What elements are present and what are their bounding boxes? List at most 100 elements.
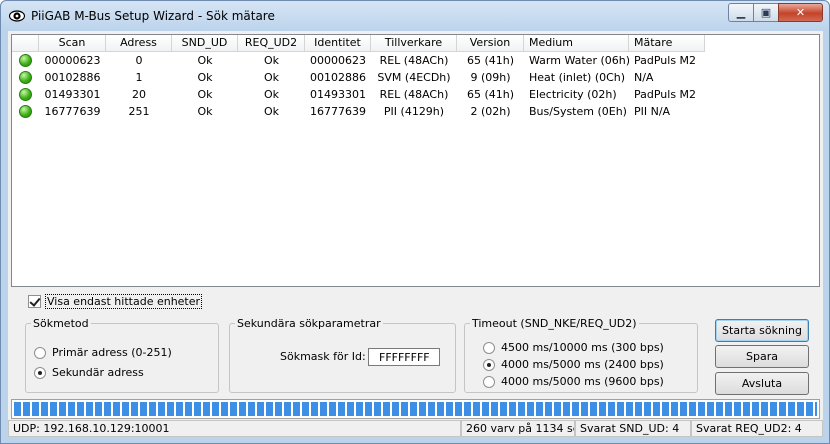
status-rounds: 260 varv på 1134 sek xyxy=(461,420,575,437)
column-header[interactable]: REQ_UD2 xyxy=(238,35,305,52)
radio-button[interactable] xyxy=(483,375,495,388)
table-cell: Ok xyxy=(197,71,213,84)
radio-label: Sekundär adress xyxy=(52,366,144,379)
timeout-legend: Timeout (SND_NKE/REQ_UD2) xyxy=(472,317,637,330)
radio-label: Primär adress (0-251) xyxy=(52,346,172,359)
maximize-button[interactable]: ▣ xyxy=(753,3,779,22)
save-button[interactable]: Spara xyxy=(715,345,809,368)
status-snd-ud: Svarat SND_UD: 4 xyxy=(575,420,691,437)
column-header[interactable]: Identitet xyxy=(305,35,371,52)
table-row[interactable]: 00102886 1 Ok Ok 00102886 SVM (4ECDh) 9 (09h) H… xyxy=(12,69,705,86)
radio-button[interactable] xyxy=(483,341,495,354)
radio-primary-address[interactable]: Primär adress (0-251) xyxy=(34,346,172,359)
progress-fill xyxy=(14,402,817,416)
column-header[interactable]: Medium xyxy=(524,35,629,52)
table-cell: Ok xyxy=(197,105,213,118)
minimize-button[interactable]: ▁ xyxy=(728,3,754,22)
table-cell: Bus/System (0Eh) xyxy=(529,105,627,118)
column-header[interactable]: Version xyxy=(457,35,524,52)
radio-timeout-9600[interactable]: 4000 ms/5000 ms (9600 bps) xyxy=(483,375,664,388)
radio-button[interactable] xyxy=(34,346,46,359)
table-cell: Ok xyxy=(263,54,280,67)
secondary-params-legend: Sekundära sökparametrar xyxy=(237,317,381,330)
table-row[interactable]: 00000623 0 Ok Ok 00000623 REL (48ACh) 65 (41h)… xyxy=(12,52,705,69)
status-ok-icon xyxy=(19,88,32,101)
secondary-params-group: Sekundära sökparametrar Sökmask för Id: xyxy=(229,317,456,393)
radio-timeout-300[interactable]: 4500 ms/10000 ms (300 bps) xyxy=(483,341,664,354)
close-icon: ✕ xyxy=(795,6,806,19)
status-bar: UDP: 192.168.10.129:10001 260 varv på 11… xyxy=(8,420,823,437)
eye-icon xyxy=(9,10,25,22)
table-cell: 251 xyxy=(128,105,150,118)
filter-checkbox-label[interactable]: Visa endast hittade enheter xyxy=(45,293,203,309)
table-cell: 16777639 xyxy=(310,105,366,118)
meter-list[interactable]: Scan Adress SND_UD REQ_UD2 Identitet Tillverk… xyxy=(11,34,820,287)
radio-button[interactable] xyxy=(34,366,46,379)
status-ok-icon xyxy=(19,54,32,67)
table-cell: Electricity (02h) xyxy=(529,88,617,101)
table-cell: 00000623 xyxy=(44,54,101,67)
table-cell: Heat (inlet) (0Ch) xyxy=(529,71,626,84)
search-mask-input[interactable] xyxy=(368,348,440,366)
table-row[interactable]: 16777639 251 Ok Ok 16777639 PII (4129h) 2 (02h… xyxy=(12,103,705,120)
column-header[interactable]: Mätare xyxy=(629,35,705,52)
table-cell: 20 xyxy=(132,88,146,101)
radio-secondary-address[interactable]: Sekundär adress xyxy=(34,366,144,379)
radio-label: 4000 ms/5000 ms (2400 bps) xyxy=(501,358,664,371)
table-cell: 00102886 xyxy=(310,71,366,84)
radio-timeout-2400[interactable]: 4000 ms/5000 ms (2400 bps) xyxy=(483,358,664,371)
table-cell: 1 xyxy=(135,71,143,84)
title-bar[interactable]: PiiGAB M-Bus Setup Wizard - Sök mätare ▁… xyxy=(1,1,829,31)
status-ok-icon xyxy=(19,71,32,84)
table-cell: Ok xyxy=(197,54,213,67)
table-row[interactable]: 01493301 20 Ok Ok 01493301 REL (48ACh) 65 (41h… xyxy=(12,86,705,103)
table-cell: REL (48ACh) xyxy=(379,54,449,67)
maximize-icon: ▣ xyxy=(760,6,772,19)
table-cell: Ok xyxy=(197,88,213,101)
scan-progress-bar xyxy=(11,399,820,419)
column-header[interactable]: Tillverkare xyxy=(371,35,457,52)
table-cell: Warm Water (06h) xyxy=(529,54,629,67)
table-cell: 2 (02h) xyxy=(470,105,511,118)
app-window: PiiGAB M-Bus Setup Wizard - Sök mätare ▁… xyxy=(0,0,830,444)
column-header[interactable] xyxy=(12,35,39,52)
column-header[interactable]: Scan xyxy=(39,35,106,52)
status-req-ud2: Svarat REQ_UD2: 4 xyxy=(691,420,823,437)
table-cell: 9 (09h) xyxy=(470,71,511,84)
table-cell: PadPuls M2 xyxy=(634,88,697,101)
status-ok-icon xyxy=(19,105,32,118)
table-cell: Ok xyxy=(263,88,280,101)
table-cell: 0 xyxy=(135,54,143,67)
radio-button[interactable] xyxy=(483,358,495,371)
window-title: PiiGAB M-Bus Setup Wizard - Sök mätare xyxy=(31,9,275,23)
filter-checkbox-row[interactable]: Visa endast hittade enheter xyxy=(28,293,203,309)
table-cell: PII (4129h) xyxy=(383,105,445,118)
table-cell: REL (48ACh) xyxy=(379,88,449,101)
minimize-icon: ▁ xyxy=(736,6,746,19)
table-cell: 01493301 xyxy=(310,88,366,101)
table-cell: SVM (4ECDh) xyxy=(377,71,451,84)
column-header[interactable]: Adress xyxy=(106,35,172,52)
status-cell xyxy=(12,52,39,69)
search-method-group: Sökmetod Primär adress (0-251) Sekundär … xyxy=(25,317,219,393)
start-search-button[interactable]: Starta sökning xyxy=(715,319,809,342)
table-cell: 00102886 xyxy=(44,71,101,84)
table-cell: 00000623 xyxy=(310,54,366,67)
filter-checkbox[interactable] xyxy=(28,294,41,308)
table-cell: 01493301 xyxy=(44,88,101,101)
exit-button[interactable]: Avsluta xyxy=(715,372,809,395)
search-mask-label: Sökmask för Id: xyxy=(280,350,366,363)
client-area: Scan Adress SND_UD REQ_UD2 Identitet Tillverk… xyxy=(8,31,823,437)
table-cell: N/A xyxy=(634,71,654,84)
close-button[interactable]: ✕ xyxy=(778,3,823,22)
table-cell: 65 (41h) xyxy=(466,54,515,67)
table-cell: Ok xyxy=(263,105,280,118)
radio-label: 4500 ms/10000 ms (300 bps) xyxy=(501,341,664,354)
status-cell xyxy=(12,86,39,103)
status-cell xyxy=(12,69,39,86)
list-header: Scan Adress SND_UD REQ_UD2 Identitet Tillverk… xyxy=(12,35,705,52)
search-method-legend: Sökmetod xyxy=(33,317,89,330)
radio-label: 4000 ms/5000 ms (9600 bps) xyxy=(501,375,664,388)
table-cell: 16777639 xyxy=(44,105,101,118)
column-header[interactable]: SND_UD xyxy=(172,35,238,52)
